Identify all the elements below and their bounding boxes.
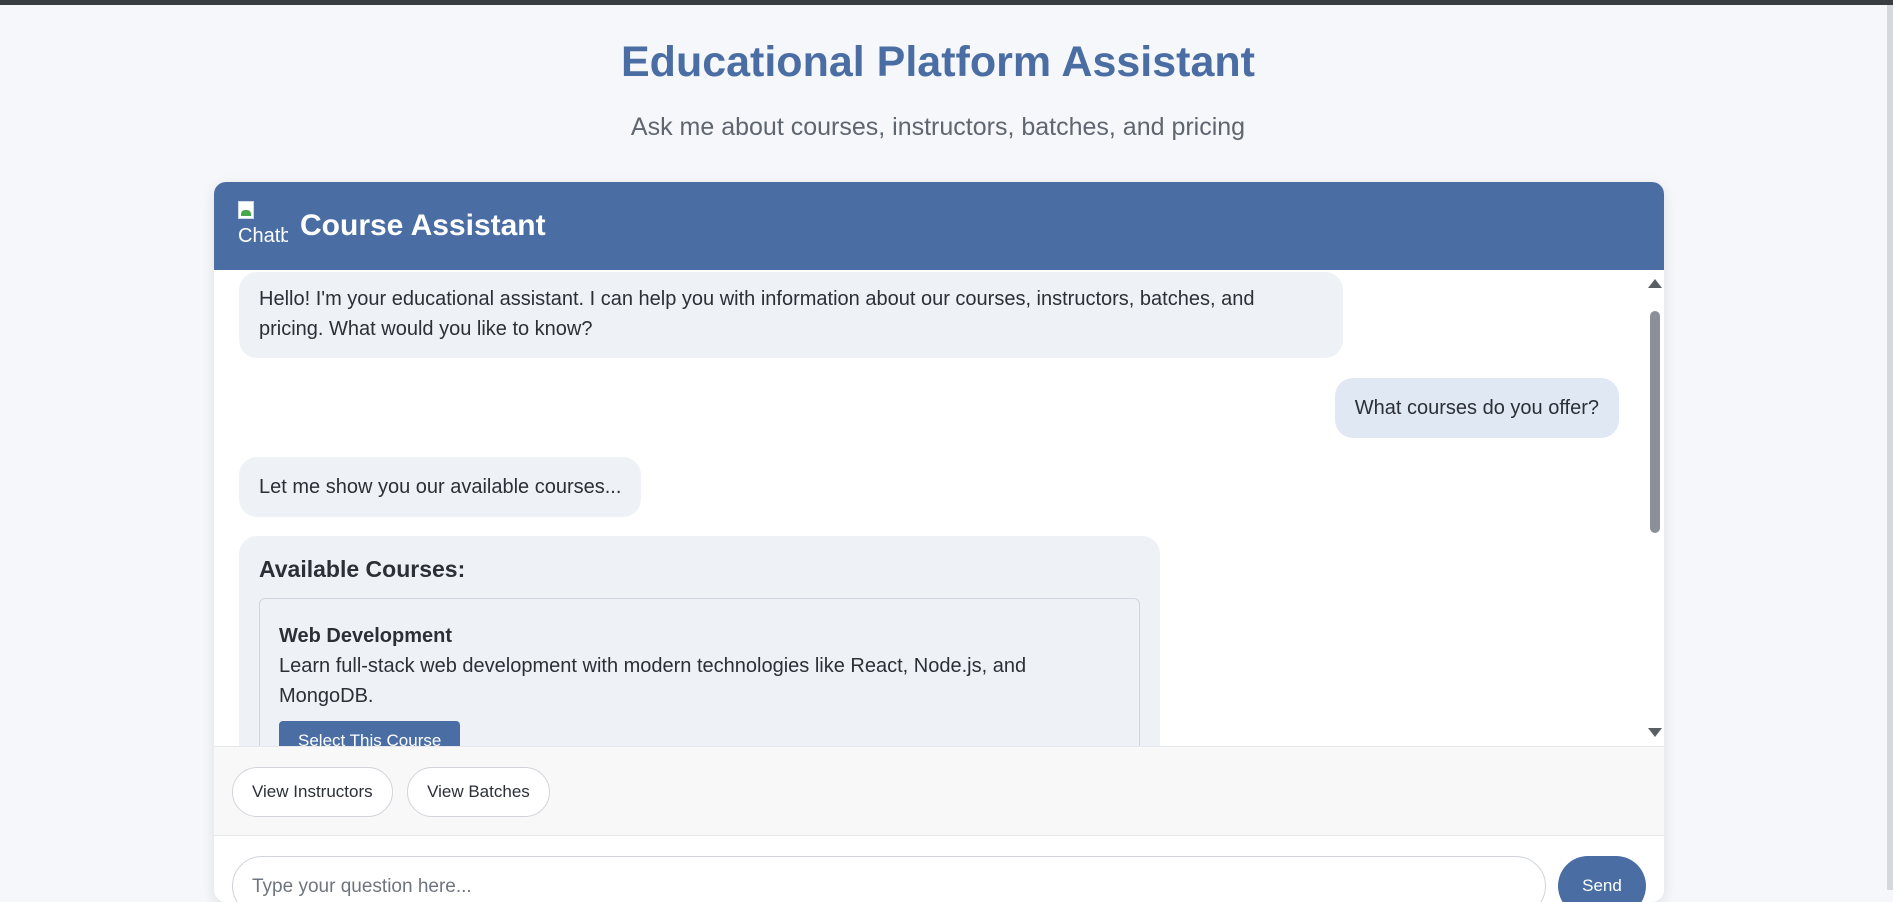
bot-message-welcome: Hello! I'm your educational assistant. I… [239,272,1343,358]
course-description: Learn full-stack web development with mo… [279,655,1027,707]
page-subtitle: Ask me about courses, instructors, batch… [630,113,1246,141]
scroll-down-arrow-icon[interactable] [1648,728,1662,737]
input-row: Type your question here... Send [214,836,1664,902]
select-course-button[interactable]: Select This Course [279,721,461,746]
course-title: Web Development [279,625,452,647]
courses-heading: Available Courses: [259,556,466,582]
course-card-web-development: Web Development Learn full-stack web dev… [259,598,1140,746]
avatar-alt-text: Chatb [238,225,288,247]
chat-container: Chatb Course Assistant Hello! I'm your e… [214,182,1664,902]
send-button[interactable]: Send [1558,856,1646,902]
chat-title: Course Assistant [300,209,546,242]
messages-scrollbar[interactable] [1644,270,1664,746]
bot-message: Let me show you our available courses... [239,457,642,517]
user-message: What courses do you offer? [1334,378,1619,438]
scroll-up-arrow-icon[interactable] [1648,279,1662,288]
quick-actions-bar: View Instructors View Batches [214,746,1664,836]
chatbot-avatar: Chatb [238,201,288,251]
window-top-edge [0,0,1893,5]
window-right-edge [1887,5,1893,890]
scroll-thumb[interactable] [1650,311,1660,533]
courses-message: Available Courses: Web Development Learn… [239,536,1160,746]
messages-area[interactable]: Hello! I'm your educational assistant. I… [214,270,1664,746]
view-instructors-button[interactable]: View Instructors [232,767,393,817]
page-title: Educational Platform Assistant [621,38,1255,86]
question-input[interactable]: Type your question here... [232,856,1546,902]
chat-header: Chatb Course Assistant [214,182,1664,270]
broken-image-icon [238,201,254,219]
view-batches-button[interactable]: View Batches [407,767,550,817]
